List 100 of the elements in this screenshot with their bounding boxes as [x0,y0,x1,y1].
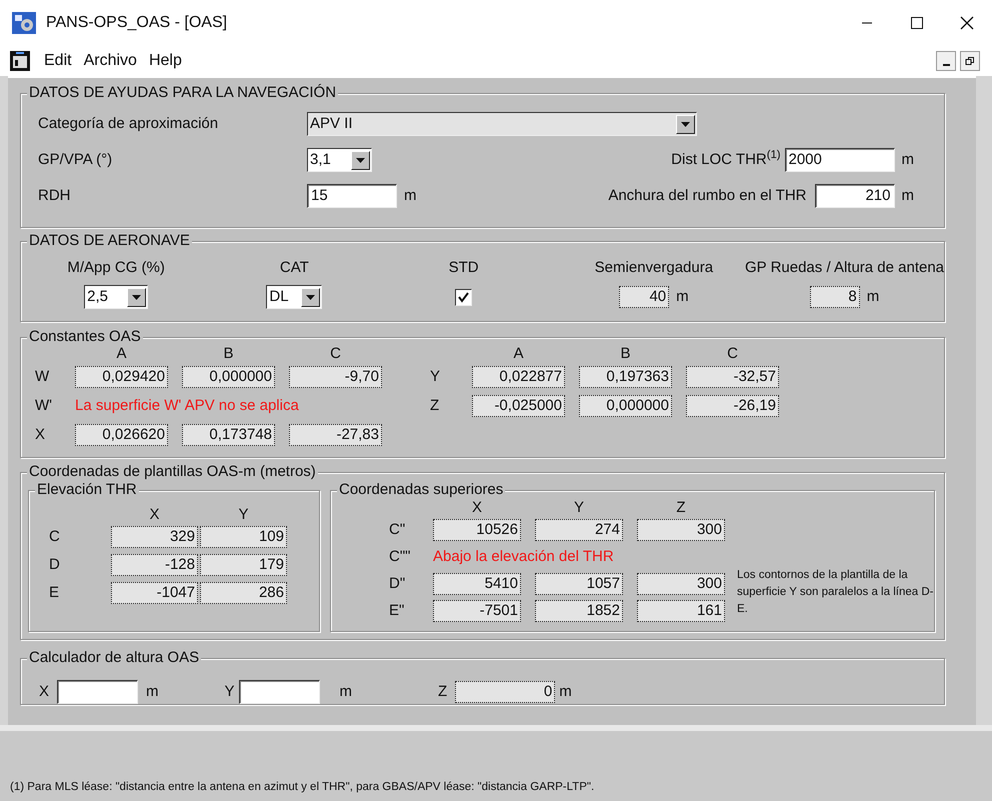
readonly-field: 0,029420 [75,366,168,388]
readonly-field: 10526 [433,518,521,540]
readonly-field: -32,57 [686,366,779,388]
minimize-icon [942,64,950,66]
column-header: A [512,346,524,362]
readonly-field: -0,025000 [472,394,565,416]
cg-dropdown[interactable]: 2,5 [84,285,148,309]
caret-icon [306,294,316,300]
row-label: W' [35,396,54,414]
caret-icon [356,158,365,162]
menu-item[interactable]: Help [142,50,188,70]
caret-icon [132,294,142,300]
row-label: D [49,556,61,574]
column-label: Semienvergadura [594,259,714,277]
readonly-field: 109 [200,526,287,548]
minimize-button[interactable] [936,50,956,70]
row-label: C [49,528,61,546]
dist-loc-thr-field[interactable]: 2000 [784,148,894,172]
column-label: CAT [280,259,309,277]
close-icon [960,16,974,30]
readonly-field: -26,19 [686,394,779,416]
unit-label: m [146,683,159,701]
field-label: RDH [38,187,72,205]
field-label: X [39,683,50,701]
column-label: STD [448,259,479,277]
field-label: Anchura del rumbo en el THR [608,187,806,205]
column-header: X [470,500,483,516]
note-text: Los contornos de la plantilla de la superficie Y son paralelos a la línea D-E. [737,568,934,617]
column-header: Y [572,500,585,516]
column-header: A [115,346,128,362]
footnote-text: (1) Para MLS léase: "distancia entre la antena en azimut y el THR", para GBAS/APV léase: "distancia GARP-LTP". [10,781,594,795]
unit-label: m [559,683,572,701]
readonly-field: 0,000000 [579,394,672,416]
readonly-field: -128 [111,554,198,576]
field-label: Dist LOC THR$^{(1)}$ [671,151,780,169]
maximize-icon [910,16,924,30]
warning-message: Abajo la elevación del THR [433,548,615,566]
column-header: Y [237,507,250,523]
app-icon [12,12,36,34]
field-label: Z [438,683,448,701]
unit-label: m [676,288,689,306]
approach-category-dropdown[interactable]: APV II [307,112,697,136]
unit-label: m [902,151,914,169]
readonly-field: -7501 [433,600,521,622]
readonly-field: 300 [637,572,725,594]
column-header: X [148,507,160,523]
readonly-field: -9,70 [289,366,382,388]
readonly-field: 300 [637,518,725,540]
readonly-field: 0,197363 [579,366,672,388]
readonly-field: 0 [455,681,556,703]
readonly-field: 286 [200,582,287,604]
column-header: C [726,346,739,362]
document-window-icon[interactable] [10,50,30,70]
row-label: E [49,584,60,602]
readonly-field: 179 [200,554,287,576]
readonly-field: 0,026620 [75,424,168,446]
row-label: D" [389,574,406,592]
unit-label: m [902,187,914,205]
gp-vpa-dropdown[interactable]: 3,1 [307,148,372,172]
unit-label: m [404,187,416,205]
warning-message: La superficie W' APV no se aplica [75,396,300,414]
readonly-field: 0,022877 [472,366,565,388]
readonly-field: 5410 [433,572,521,594]
cat-dropdown[interactable]: DL [266,285,322,309]
column-label: M/App CG (%) [67,259,165,277]
readonly-field: -1047 [111,582,198,604]
column-header: B [619,346,632,362]
group-title: Coordenadas de plantillas OAS-m (metros) [27,463,318,481]
readonly-field: 8 [810,286,860,308]
y-field[interactable] [238,680,320,704]
field-label: Y [224,683,235,701]
course-width-field[interactable]: 210 [814,184,894,208]
readonly-field: 0,173748 [182,424,275,446]
row-label: X [35,426,46,444]
caret-icon [681,122,690,126]
readonly-field: 329 [111,526,198,548]
window-title: PANS-OPS_OAS - [OAS] [46,12,228,32]
field-label: GP/VPA (°) [38,151,114,169]
readonly-field: 274 [535,518,623,540]
readonly-field: 40 [619,286,670,308]
menu-item[interactable]: Edit [38,50,78,70]
readonly-field: 161 [637,600,725,622]
column-label: GP Ruedas / Altura de antena [745,259,944,277]
row-label: E" [389,602,406,620]
readonly-field: -27,83 [289,424,382,446]
row-label: Y [430,368,442,386]
menu-item[interactable]: Archivo [78,50,143,70]
readonly-field: 0,000000 [182,366,275,388]
restore-button[interactable] [960,50,980,70]
rdh-field[interactable]: 15 [307,184,397,208]
restore-icon [965,56,975,66]
field-label: Categoría de aproximación [38,115,220,133]
std-checkbox[interactable] [455,288,472,306]
readonly-field: 1057 [535,572,623,594]
row-label: Z [430,396,440,414]
readonly-field: 1852 [535,600,623,622]
row-label: W [35,368,50,386]
x-field[interactable] [57,680,138,704]
unit-label: m [340,683,352,701]
group-title: Coordenadas superiores [337,481,506,499]
